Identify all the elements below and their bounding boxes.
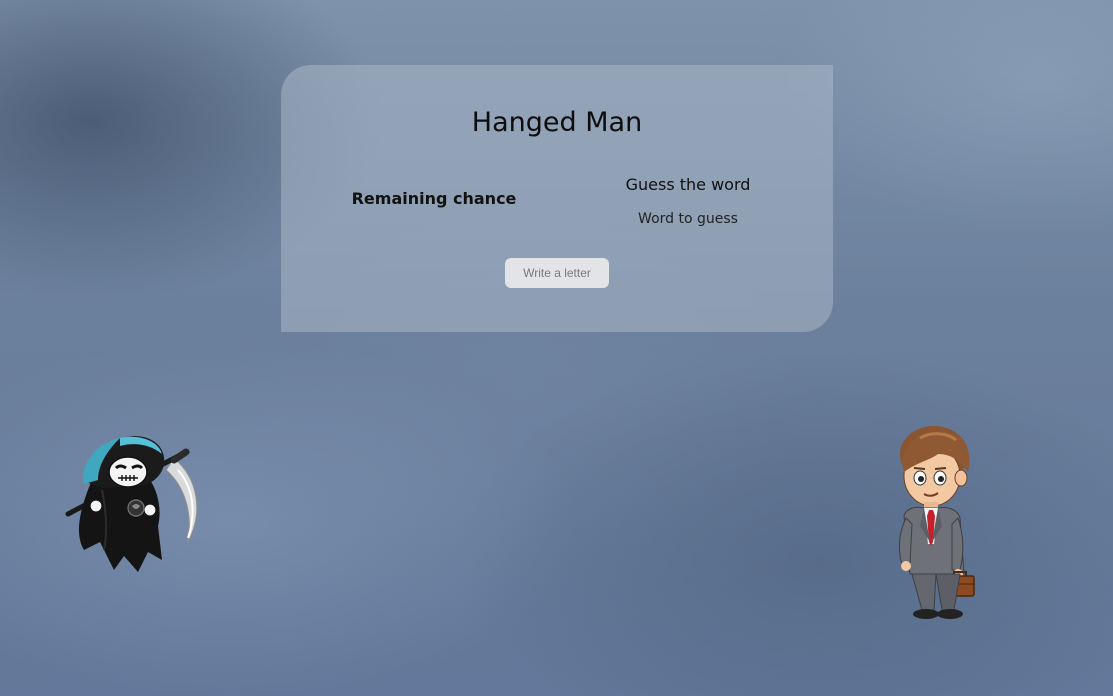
word-to-guess: Word to guess	[638, 211, 738, 227]
letter-input[interactable]	[505, 258, 609, 288]
game-panel: Hanged Man Remaining chance Guess the wo…	[281, 65, 833, 332]
game-scene: Hanged Man Remaining chance Guess the wo…	[0, 0, 1113, 696]
remaining-chance-label: Remaining chance	[351, 189, 517, 208]
guess-word-heading: Guess the word	[625, 175, 751, 194]
game-title: Hanged Man	[471, 107, 643, 138]
grim-reaper-icon	[65, 436, 198, 572]
businessman-icon	[898, 426, 975, 619]
